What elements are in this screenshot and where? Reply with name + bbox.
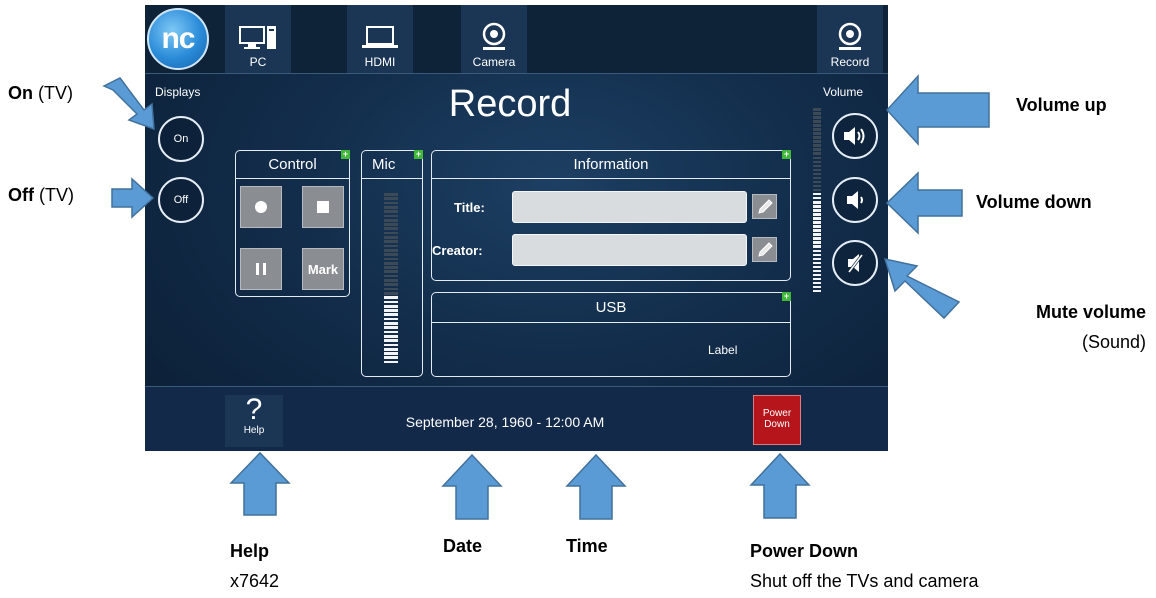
arrow-icon — [229, 451, 291, 516]
annotation-on-bold: On — [8, 83, 33, 103]
annotation-help-rest: x7642 — [230, 571, 280, 591]
annotation-power-down: Power Down Shut off the TVs and camera — [750, 536, 978, 596]
arrow-icon — [565, 453, 627, 520]
annotation-off-rest: (TV) — [34, 185, 74, 205]
arrow-icon — [441, 453, 503, 520]
annotation-power-down-rest: Shut off the TVs and camera — [750, 571, 979, 591]
annotation-mute: Mute volume (Sound) — [982, 302, 1146, 361]
annotation-off-bold: Off — [8, 185, 34, 205]
annotation-arrows — [102, 74, 990, 520]
annotation-help-bold: Help — [230, 541, 270, 561]
annotation-time-text: Time — [566, 536, 608, 556]
arrow-icon — [102, 77, 155, 131]
annotation-help: Help x7642 — [230, 536, 279, 596]
annotation-volume-down: Volume down — [976, 192, 1092, 213]
arrow-icon — [749, 452, 811, 519]
annotation-on-rest: (TV) — [33, 83, 73, 103]
arrow-icon — [111, 177, 155, 219]
arrow-icon — [883, 257, 961, 320]
annotation-volume-up-text: Volume up — [1016, 95, 1107, 115]
arrow-icon — [885, 74, 990, 146]
annotation-off: Off (TV) — [8, 185, 74, 206]
annotation-date-text: Date — [443, 536, 483, 556]
annotation-mute-bold: Mute volume — [1035, 302, 1146, 322]
annotation-on: On (TV) — [8, 83, 73, 104]
annotation-date: Date — [443, 536, 482, 557]
annotation-time: Time — [566, 536, 608, 557]
annotation-power-down-bold: Power Down — [750, 541, 859, 561]
annotation-mute-rest: (Sound) — [1081, 332, 1146, 352]
arrow-icon — [885, 171, 963, 235]
annotation-volume-up: Volume up — [1016, 95, 1107, 116]
annotation-volume-down-text: Volume down — [976, 192, 1092, 212]
